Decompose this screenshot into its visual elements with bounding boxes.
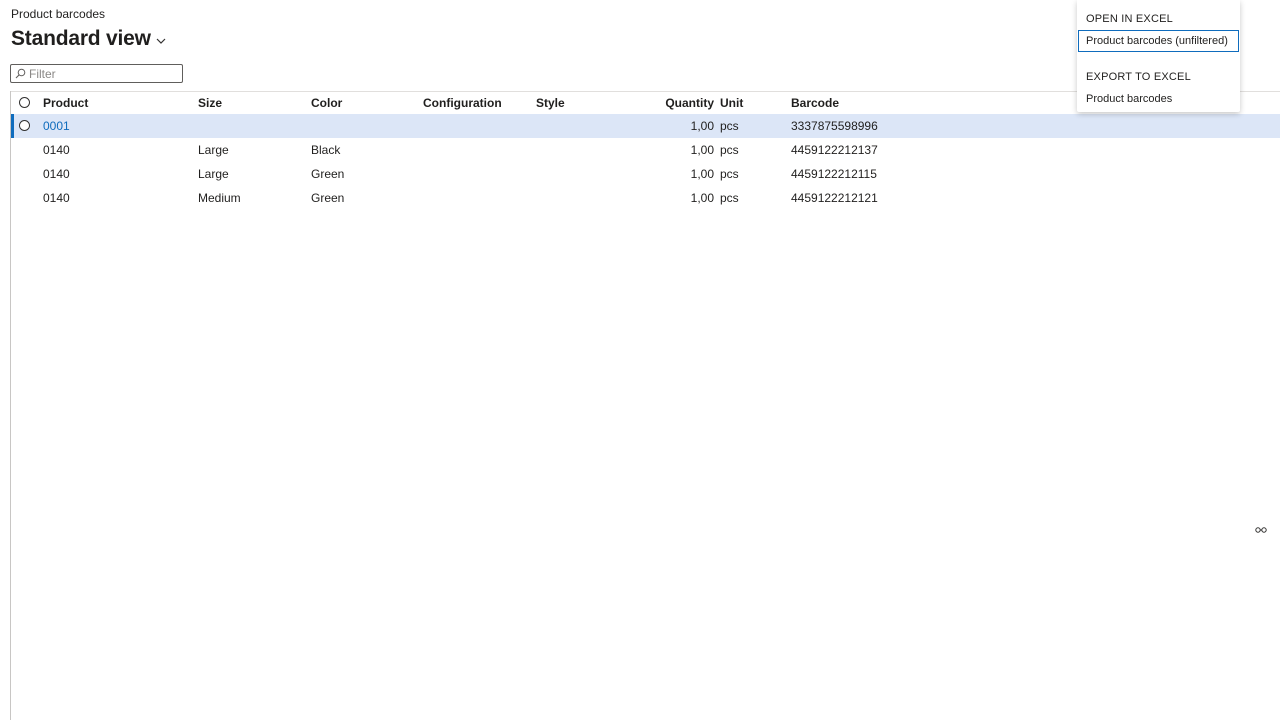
cell-quantity: 1,00 — [690, 119, 714, 133]
cell-quantity: 1,00 — [690, 167, 714, 181]
table-row[interactable]: 0140 Large Black 1,00 pcs 4459122212137 — [11, 138, 1280, 162]
cell-size: Medium — [198, 191, 241, 205]
cell-size: Large — [198, 143, 229, 157]
table-row[interactable]: 0140 Large Green 1,00 pcs 4459122212115 — [11, 162, 1280, 186]
column-resize-icon[interactable] — [1255, 525, 1267, 535]
cell-unit: pcs — [720, 191, 739, 205]
view-selector[interactable]: Standard view — [11, 27, 167, 51]
cell-color: Green — [311, 191, 345, 205]
search-icon — [15, 68, 26, 79]
row-select-radio[interactable] — [19, 120, 30, 131]
excel-menu: OPEN IN EXCEL Product barcodes (unfilter… — [1077, 0, 1240, 112]
cell-barcode: 4459122212137 — [791, 143, 878, 157]
export-to-excel-heading: EXPORT TO EXCEL — [1086, 71, 1191, 83]
column-header-color[interactable]: Color — [311, 92, 342, 114]
column-header-unit[interactable]: Unit — [720, 92, 743, 114]
cell-product[interactable]: 0001 — [43, 114, 70, 138]
select-all-radio[interactable] — [19, 97, 30, 108]
cell-unit: pcs — [720, 119, 739, 133]
column-header-product[interactable]: Product — [43, 92, 88, 114]
column-header-configuration[interactable]: Configuration — [423, 92, 502, 114]
cell-barcode: 3337875598996 — [791, 119, 878, 133]
cell-product: 0140 — [43, 143, 70, 157]
page-title: Standard view — [11, 27, 151, 50]
open-in-excel-heading: OPEN IN EXCEL — [1086, 13, 1173, 25]
cell-barcode: 4459122212121 — [791, 191, 878, 205]
page: Product barcodes Standard view Product S… — [0, 0, 1280, 720]
export-product-barcodes-menu-item[interactable]: Product barcodes — [1078, 88, 1239, 110]
cell-unit: pcs — [720, 167, 739, 181]
cell-color: Green — [311, 167, 345, 181]
column-header-size[interactable]: Size — [198, 92, 222, 114]
breadcrumb: Product barcodes — [11, 7, 106, 21]
table-row[interactable]: 0001 1,00 pcs 3337875598996 — [11, 114, 1280, 138]
column-header-barcode[interactable]: Barcode — [791, 92, 839, 114]
cell-size: Large — [198, 167, 229, 181]
filter-box[interactable] — [10, 64, 183, 83]
cell-quantity: 1,00 — [690, 191, 714, 205]
filter-input[interactable] — [29, 66, 169, 81]
column-header-style[interactable]: Style — [536, 92, 565, 114]
cell-unit: pcs — [720, 143, 739, 157]
table-row[interactable]: 0140 Medium Green 1,00 pcs 4459122212121 — [11, 186, 1280, 210]
cell-barcode: 4459122212115 — [791, 167, 877, 181]
cell-quantity: 1,00 — [690, 143, 714, 157]
cell-color: Black — [311, 143, 341, 157]
cell-product: 0140 — [43, 191, 70, 205]
open-unfiltered-menu-item[interactable]: Product barcodes (unfiltered) — [1078, 30, 1239, 52]
cell-product: 0140 — [43, 167, 70, 181]
column-header-quantity[interactable]: Quantity — [631, 92, 714, 114]
chevron-down-icon — [156, 38, 166, 44]
